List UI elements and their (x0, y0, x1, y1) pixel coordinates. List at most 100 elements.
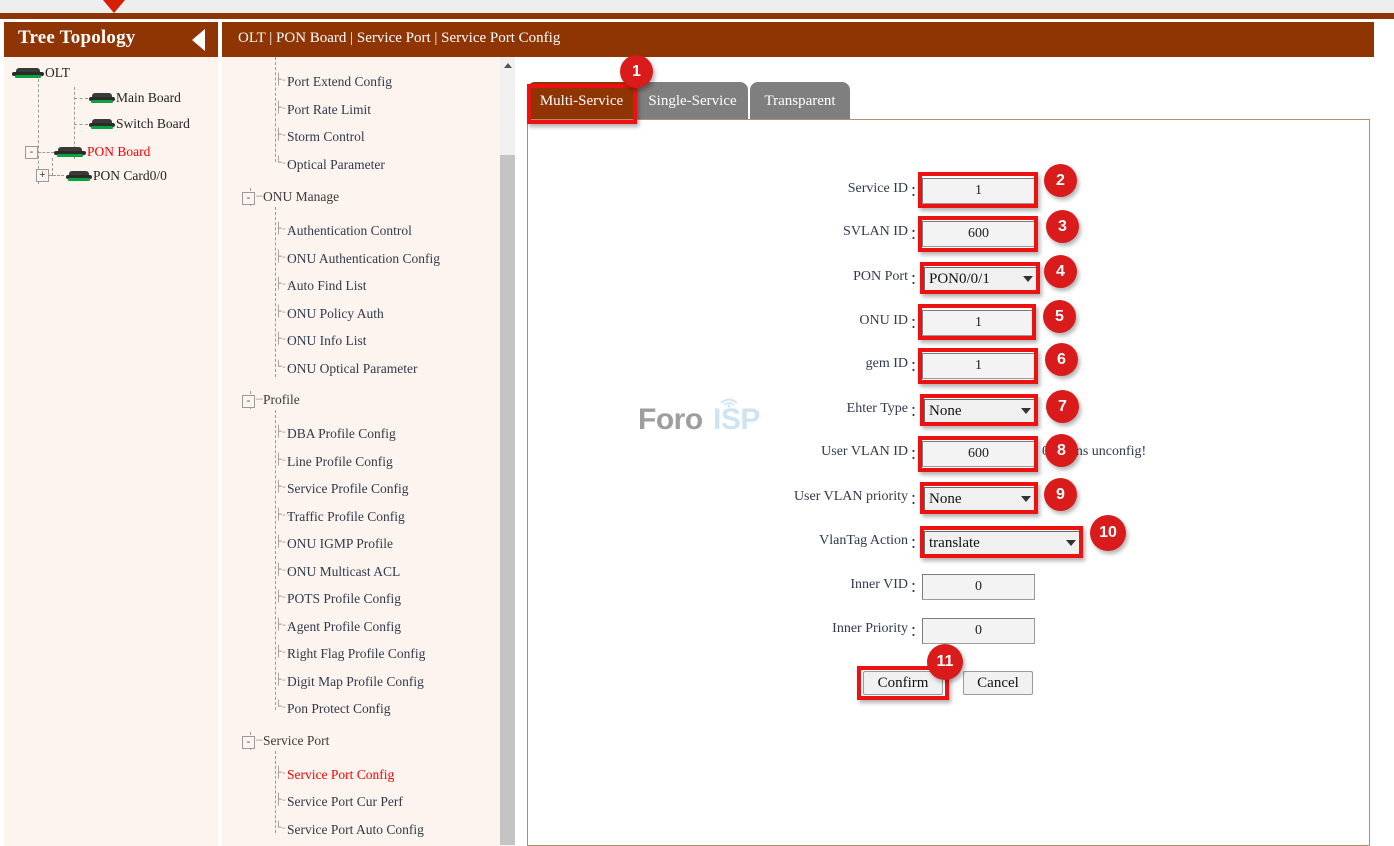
highlight-box-gem-id (918, 348, 1038, 384)
annotation-badge-6: 6 (1045, 343, 1078, 376)
tree-connector (52, 158, 53, 176)
menu-item-authentication-control[interactable]: Authentication Control (287, 223, 412, 239)
menu-item-port-extend-config[interactable]: Port Extend Config (287, 74, 392, 90)
tree-toggle-pon-card[interactable]: + (36, 169, 49, 182)
menu-item-dba-profile-config[interactable]: DBA Profile Config (287, 426, 396, 442)
menu-item-traffic-profile-config[interactable]: Traffic Profile Config (287, 509, 405, 525)
annotation-badge-9: 9 (1044, 478, 1077, 511)
menu-item-pots-profile-config[interactable]: POTS Profile Config (287, 591, 401, 607)
menu-item-onu-multicast-acl[interactable]: ONU Multicast ACL (287, 564, 400, 580)
menu-item-storm-control[interactable]: Storm Control (287, 129, 365, 145)
collapse-panel-icon[interactable] (192, 29, 205, 51)
highlight-box-service-id (918, 172, 1038, 208)
menu-item-onu-manage[interactable]: ONU Manage (263, 189, 339, 205)
menu-item-agent-profile-config[interactable]: Agent Profile Config (287, 619, 401, 635)
tree-node-label: PON Card0/0 (93, 168, 167, 183)
label-user-vlan-priority: User VLAN priority (793, 489, 908, 504)
tree-connector (74, 98, 88, 99)
highlight-box-onu-id (918, 304, 1036, 340)
tree-connector (49, 175, 64, 176)
label-service-id: Service ID (847, 181, 908, 196)
annotation-badge-10: 10 (1090, 515, 1126, 551)
app-root: Tree Topology OLT Main Board Switch Boar… (0, 0, 1394, 846)
annotation-badge-11: 11 (927, 644, 963, 680)
menu-item-service-port-config[interactable]: Service Port Config (287, 767, 394, 783)
menu-item-auto-find-list[interactable]: Auto Find List (287, 278, 367, 294)
menu-toggle-profile[interactable]: - (242, 395, 255, 408)
highlight-box-vlantag-action (920, 526, 1083, 558)
menu-item-service-port-auto-config[interactable]: Service Port Auto Config (287, 822, 424, 838)
label-vlantag-action: VlanTag Action (819, 533, 908, 548)
highlight-box-tab-multi-service (527, 84, 637, 124)
menu-item-onu-igmp-profile[interactable]: ONU IGMP Profile (287, 536, 393, 552)
highlight-box-user-vlan-id (918, 436, 1038, 472)
cancel-button[interactable]: Cancel (963, 671, 1033, 695)
annotation-badge-7: 7 (1046, 390, 1079, 423)
annotation-badge-8: 8 (1045, 434, 1078, 467)
menu-item-service-profile-config[interactable]: Service Profile Config (287, 481, 408, 497)
label-ehter-type: Ehter Type (846, 401, 908, 416)
annotation-badge-2: 2 (1044, 164, 1077, 197)
menu-connector: – (256, 391, 263, 405)
menu-item-onu-optical-parameter[interactable]: ONU Optical Parameter (287, 361, 417, 377)
menu-item-profile[interactable]: Profile (263, 392, 300, 408)
label-pon-port: PON Port (853, 269, 908, 284)
menu-item-digit-map-profile-config[interactable]: Digit Map Profile Config (287, 674, 424, 690)
top-strip (0, 0, 1394, 13)
menu-item-pon-protect-config[interactable]: Pon Protect Config (287, 701, 391, 717)
input-inner-priority[interactable]: 0 (922, 618, 1035, 644)
menu-item-service-port-cur-perf[interactable]: Service Port Cur Perf (287, 794, 403, 810)
highlight-box-svlan-id (918, 216, 1038, 252)
tree-node-pon-card-0-0[interactable]: PON Card0/0 (66, 168, 167, 184)
label-user-vlan-id: User VLAN ID (821, 444, 908, 459)
annotation-badge-4: 4 (1044, 255, 1077, 288)
tree-node-label: PON Board (87, 144, 151, 159)
menu-item-onu-policy-auth[interactable]: ONU Policy Auth (287, 306, 384, 322)
annotation-badge-5: 5 (1043, 300, 1076, 333)
label-svlan-id: SVLAN ID (843, 224, 908, 239)
tab-single-service[interactable]: Single-Service (637, 82, 748, 120)
tree-node-pon-board[interactable]: PON Board (54, 144, 150, 160)
tree-toggle-pon-board[interactable]: - (25, 146, 38, 159)
highlight-box-user-vlan-priority (920, 482, 1038, 514)
tree-node-label: Main Board (116, 90, 181, 105)
tree-connector (74, 124, 88, 125)
label-gem-id: gem ID (865, 356, 908, 371)
highlight-box-pon-port (920, 262, 1040, 294)
menu-item-onu-info-list[interactable]: ONU Info List (287, 333, 367, 349)
menu-item-onu-authentication-config[interactable]: ONU Authentication Config (287, 251, 440, 267)
menu-toggle-service-port[interactable]: - (242, 736, 255, 749)
device-icon (54, 147, 86, 158)
tree-topology-body: OLT Main Board Switch Board - PON Board … (4, 57, 218, 846)
tree-topology-title: Tree Topology (18, 27, 136, 48)
tree-node-switch-board[interactable]: Switch Board (89, 116, 190, 132)
highlight-box-ehter-type (920, 394, 1038, 426)
menu-connector: – (256, 732, 263, 746)
menu-item-optical-parameter[interactable]: Optical Parameter (287, 157, 385, 173)
navigation-menu: ├-- Port Extend Config ├-- Port Rate Limit ├… (222, 57, 500, 846)
tree-node-label: Switch Board (116, 116, 190, 131)
menu-item-line-profile-config[interactable]: Line Profile Config (287, 454, 393, 470)
breadcrumb: OLT | PON Board | Service Port | Service… (238, 30, 561, 46)
menu-connector: – (256, 188, 263, 202)
input-inner-vid[interactable]: 0 (922, 574, 1035, 600)
annotation-badge-3: 3 (1046, 210, 1079, 243)
annotation-badge-1: 1 (620, 55, 653, 88)
device-icon (66, 171, 92, 182)
menu-item-port-rate-limit[interactable]: Port Rate Limit (287, 102, 371, 118)
tree-node-label: OLT (45, 65, 71, 80)
label-onu-id: ONU ID (859, 313, 908, 328)
tree-connector (38, 152, 54, 153)
label-inner-vid: Inner VID (850, 577, 908, 592)
menu-scrollbar-thumb[interactable] (500, 155, 515, 845)
tab-transparent[interactable]: Transparent (750, 82, 850, 120)
scroll-up-arrow-icon[interactable] (500, 57, 515, 72)
top-accent-bar (0, 13, 1394, 19)
tree-node-olt[interactable]: OLT (12, 65, 70, 81)
menu-item-service-port[interactable]: Service Port (263, 733, 329, 749)
device-icon (89, 119, 115, 130)
menu-toggle-onu-manage[interactable]: - (242, 192, 255, 205)
tree-node-main-board[interactable]: Main Board (89, 90, 181, 106)
menu-item-right-flag-profile-config[interactable]: Right Flag Profile Config (287, 646, 425, 662)
device-icon (12, 68, 44, 79)
